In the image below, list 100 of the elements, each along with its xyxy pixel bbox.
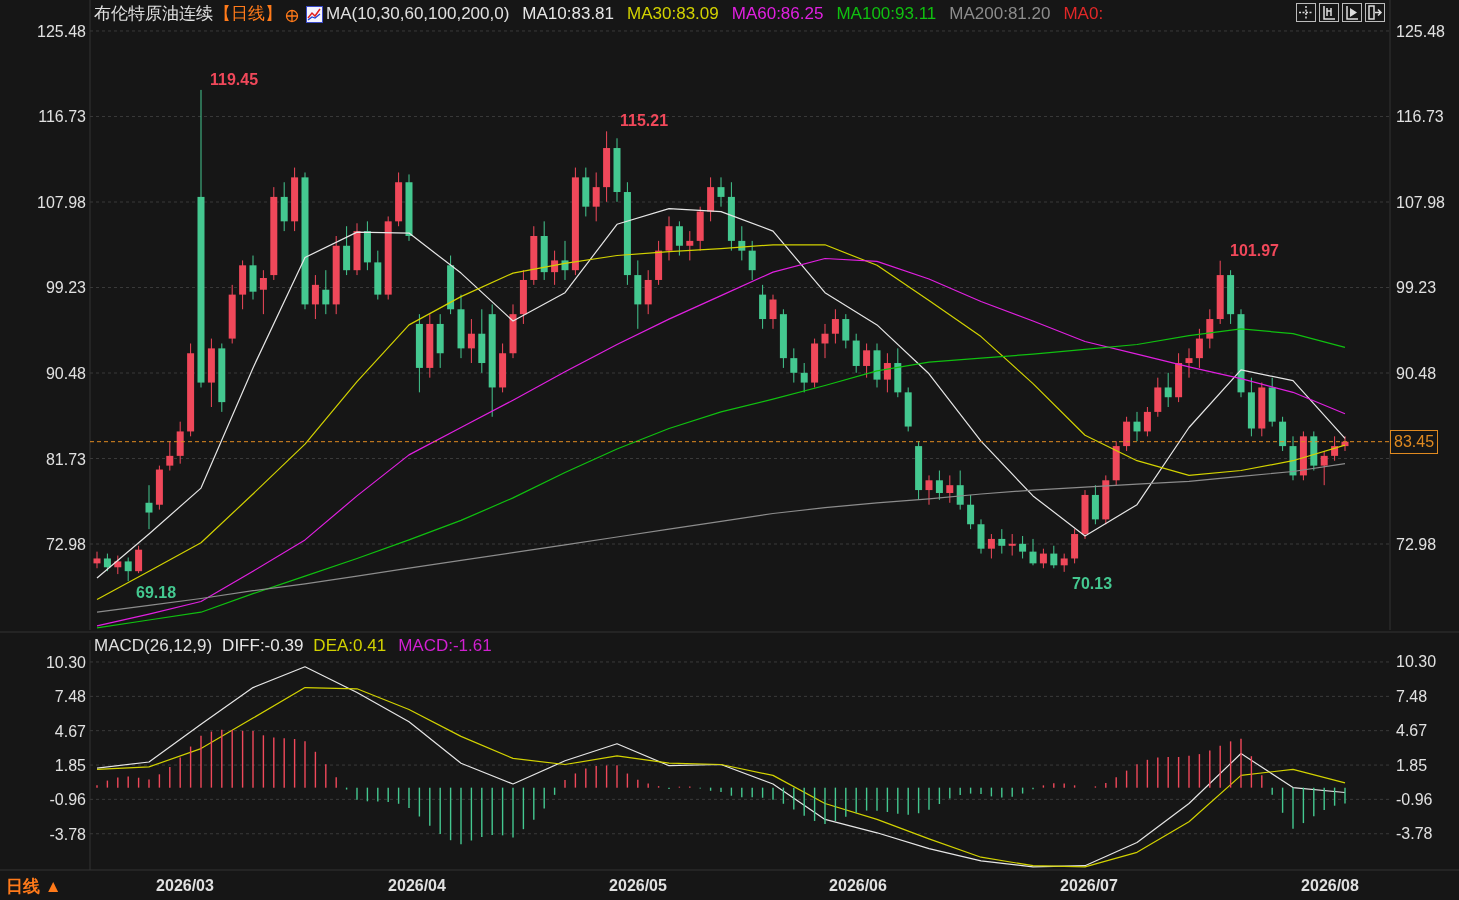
- legend-item: MA200:81.20: [949, 3, 1051, 25]
- candlestick: [665, 215, 673, 261]
- candlestick: [218, 343, 226, 413]
- axis-label: 107.98: [37, 194, 86, 211]
- candlestick: [998, 528, 1006, 555]
- candlestick: [655, 240, 663, 286]
- candlestick: [1341, 435, 1349, 452]
- candlestick: [1195, 328, 1203, 369]
- candlestick: [1247, 377, 1255, 437]
- candlestick: [374, 250, 382, 300]
- target-icon[interactable]: [285, 9, 299, 23]
- axis-label: 7.48: [1396, 688, 1428, 706]
- axis-label: 125.48: [1396, 23, 1445, 40]
- legend-item: DEA:0.41: [313, 635, 387, 657]
- candlestick: [790, 347, 798, 384]
- play-chart-icon[interactable]: [1342, 3, 1362, 22]
- candlestick: [1071, 528, 1079, 564]
- legend-item: DIFF:-0.39: [222, 635, 304, 657]
- candlestick: [519, 269, 527, 325]
- candlestick: [582, 167, 590, 217]
- candlestick: [707, 176, 715, 222]
- candlestick: [447, 255, 455, 315]
- candlestick: [883, 352, 891, 393]
- chart-icon[interactable]: [306, 5, 323, 23]
- candlestick: [1299, 430, 1307, 481]
- candlestick: [561, 240, 569, 281]
- date-label: 2026/04: [388, 876, 446, 896]
- axis-label: 72.98: [1396, 536, 1437, 553]
- candlestick: [946, 474, 954, 504]
- price-label: 101.97: [1230, 242, 1279, 260]
- instrument-title: 布伦特原油连续: [94, 3, 213, 25]
- candlestick: [1268, 377, 1276, 428]
- candlestick: [863, 343, 871, 379]
- candlestick: [1123, 416, 1131, 452]
- candlestick: [821, 323, 829, 359]
- date-label: 2026/03: [156, 876, 214, 896]
- candlestick: [467, 318, 475, 364]
- candlestick: [176, 421, 184, 465]
- candlestick: [1216, 260, 1224, 325]
- axis-label: -3.78: [49, 825, 86, 843]
- candlestick: [675, 220, 683, 257]
- candlestick: [779, 308, 787, 369]
- candlestick: [103, 553, 111, 572]
- candlestick: [769, 294, 777, 330]
- candlestick: [1320, 450, 1328, 486]
- crosshair-icon[interactable]: [1296, 3, 1316, 22]
- price-label: 119.45: [210, 71, 259, 89]
- candlestick: [311, 274, 319, 320]
- candlestick: [1164, 372, 1172, 408]
- candlestick: [644, 269, 652, 315]
- candlestick: [228, 284, 236, 344]
- candlestick: [135, 545, 143, 574]
- axis-label: 1.85: [54, 757, 86, 775]
- candlestick: [1029, 538, 1037, 566]
- candlestick: [1050, 545, 1058, 569]
- axis-label: 10.30: [45, 653, 86, 671]
- candlestick: [509, 303, 517, 359]
- axis-label: 72.98: [45, 536, 86, 553]
- candlestick: [322, 269, 330, 315]
- date-label: 2026/08: [1301, 876, 1359, 896]
- candlestick: [363, 220, 371, 271]
- candlestick: [831, 308, 839, 344]
- candlestick: [1310, 430, 1318, 471]
- candlestick: [478, 308, 486, 374]
- candlestick: [207, 338, 215, 408]
- candlestick: [457, 294, 465, 359]
- candlestick: [1206, 308, 1214, 349]
- candlestick: [259, 269, 267, 315]
- candlestick: [1060, 553, 1068, 573]
- candlestick: [759, 284, 767, 330]
- indicator-label: MACD(26,12,9): [94, 635, 213, 657]
- candlestick: [551, 250, 559, 286]
- candlestick: [405, 173, 413, 242]
- candlestick: [738, 225, 746, 261]
- price-label: 115.21: [620, 112, 669, 130]
- candlestick: [915, 440, 923, 501]
- axis-label: 1.85: [1396, 757, 1428, 775]
- candlestick: [634, 259, 642, 330]
- candlestick: [1331, 435, 1339, 462]
- candlestick: [1039, 548, 1047, 569]
- period-button[interactable]: 日线 ▲: [6, 876, 62, 898]
- candlestick: [748, 240, 756, 281]
- candlestick: [696, 206, 704, 252]
- candlestick: [166, 440, 174, 471]
- candlestick: [1102, 474, 1110, 525]
- period-label: 【日线】: [214, 3, 282, 25]
- price-label: 70.13: [1072, 575, 1113, 593]
- date-label: 2026/06: [829, 876, 887, 896]
- axis-label: -3.78: [1396, 825, 1433, 843]
- candlestick: [904, 386, 912, 432]
- candlestick: [1289, 435, 1297, 481]
- export-icon[interactable]: [1365, 3, 1385, 22]
- axis-label: 4.67: [1396, 722, 1428, 740]
- candlestick: [977, 518, 985, 555]
- candlestick: [499, 343, 507, 393]
- candlestick: [842, 313, 850, 349]
- legend-item: MA100:93.11: [836, 3, 937, 25]
- candlestick: [1143, 406, 1151, 437]
- bar-chart-icon[interactable]: [1319, 3, 1339, 22]
- candlestick: [1175, 352, 1183, 403]
